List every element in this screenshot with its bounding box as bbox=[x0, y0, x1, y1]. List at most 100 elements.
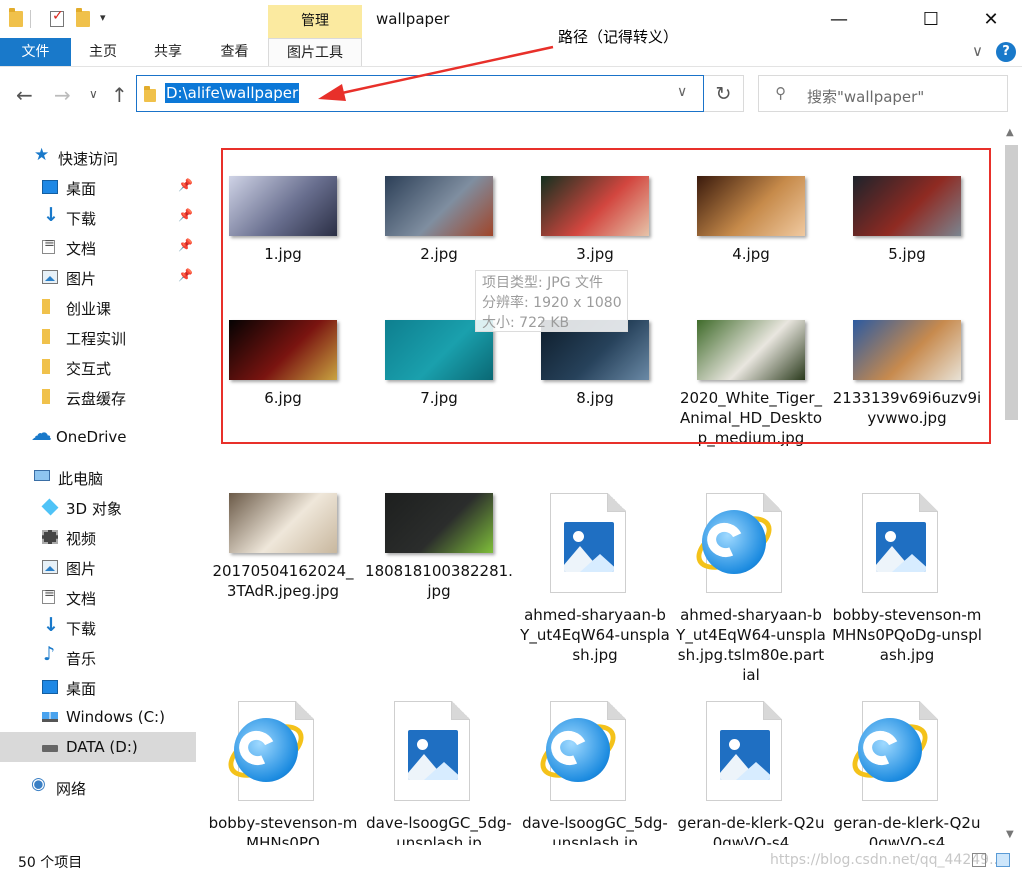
address-bar[interactable]: D:\alife\wallpaper ∨ bbox=[136, 75, 704, 112]
sidebar-item-label: 视频 bbox=[66, 530, 97, 548]
ie-file-icon bbox=[219, 701, 314, 801]
scroll-up-icon[interactable]: ▲ bbox=[1006, 127, 1014, 138]
sidebar-item[interactable]: DATA (D:) bbox=[0, 732, 196, 762]
sidebar-item[interactable]: 文档 📌 bbox=[0, 232, 196, 262]
file-name: geran-de-klerk-Q2u0qwVQ-s4 bbox=[833, 814, 981, 845]
sidebar-item-label: 音乐 bbox=[66, 650, 97, 668]
tab-view[interactable]: 查看 bbox=[201, 38, 268, 66]
sidebar-item[interactable]: 快速访问 bbox=[0, 142, 196, 172]
search-input[interactable]: ⚲ 搜索"wallpaper" bbox=[758, 75, 1008, 112]
maximize-button[interactable]: ☐ bbox=[908, 0, 954, 38]
sidebar-item[interactable]: 视频 bbox=[0, 522, 196, 552]
internet-explorer-icon bbox=[531, 713, 625, 798]
mountain-shape bbox=[424, 762, 458, 780]
scrollbar-thumb[interactable] bbox=[1005, 145, 1018, 420]
large-icons-view-icon[interactable] bbox=[996, 853, 1010, 867]
sidebar-item[interactable]: 此电脑 bbox=[0, 462, 196, 492]
picture-icon bbox=[720, 730, 770, 780]
tab-home[interactable]: 主页 bbox=[71, 38, 135, 66]
sidebar-item-label: 工程实训 bbox=[66, 330, 127, 348]
sidebar-item[interactable]: 桌面 bbox=[0, 672, 196, 702]
sidebar-item-label: 文档 bbox=[66, 590, 97, 608]
tooltip-type: 项目类型: JPG 文件 bbox=[482, 275, 604, 291]
sidebar-item-label: 3D 对象 bbox=[66, 500, 122, 518]
up-button[interactable]: ↑ bbox=[111, 83, 128, 107]
image-thumbnail bbox=[229, 493, 337, 553]
sidebar-item[interactable]: 文档 bbox=[0, 582, 196, 612]
manage-label: 管理 bbox=[301, 13, 329, 29]
file-item[interactable]: bobby-stevenson-mMHNs0PQ bbox=[208, 701, 358, 845]
refresh-button[interactable]: ↻ bbox=[704, 75, 744, 112]
sidebar-item-label: 桌面 bbox=[66, 180, 97, 198]
picture-icon bbox=[876, 522, 926, 572]
scroll-down-icon[interactable]: ▼ bbox=[1006, 829, 1014, 840]
file-item[interactable]: ahmed-sharyaan-bY_ut4EqW64-unsplash.jpg bbox=[520, 493, 670, 664]
forward-button[interactable]: → bbox=[54, 83, 71, 107]
toolbar-separator bbox=[30, 10, 31, 28]
back-button[interactable]: ← bbox=[16, 83, 33, 107]
file-item[interactable]: geran-de-klerk-Q2u0qwVQ-s4 bbox=[676, 701, 826, 845]
new-folder-icon[interactable] bbox=[76, 8, 90, 27]
mountain-shape bbox=[580, 554, 614, 572]
sidebar-item[interactable]: 创业课 bbox=[0, 292, 196, 322]
sun-shape bbox=[885, 531, 896, 542]
file-item[interactable]: dave-lsoogGC_5dg-unsplash.jp bbox=[520, 701, 670, 845]
sidebar-item[interactable]: 下载 bbox=[0, 612, 196, 642]
tab-picture-tools[interactable]: 图片工具 bbox=[268, 38, 362, 66]
manage-tab[interactable]: 管理 bbox=[268, 5, 362, 38]
file-item[interactable]: 20170504162024_3TAdR.jpeg.jpg bbox=[208, 493, 358, 653]
file-item[interactable]: 180818100382281.jpg bbox=[364, 493, 514, 653]
sidebar-item[interactable]: 3D 对象 bbox=[0, 492, 196, 522]
file-item[interactable]: ahmed-sharyaan-bY_ut4EqW64-unsplash.jpg.… bbox=[676, 493, 826, 684]
sidebar-item[interactable]: 下载 📌 bbox=[0, 202, 196, 232]
sidebar-item[interactable]: 网络 bbox=[0, 772, 196, 802]
recent-locations-button[interactable]: ∨ bbox=[89, 87, 98, 101]
folder-icon bbox=[42, 359, 50, 374]
sidebar-item[interactable]: Windows (C:) bbox=[0, 702, 196, 732]
pin-icon[interactable]: 📌 bbox=[178, 268, 193, 282]
folder-icon bbox=[144, 86, 156, 102]
video-icon bbox=[42, 530, 58, 544]
close-button[interactable]: ✕ bbox=[968, 0, 1014, 38]
desktop-icon bbox=[42, 680, 58, 694]
address-path[interactable]: D:\alife\wallpaper bbox=[165, 83, 300, 103]
sidebar-item[interactable]: OneDrive bbox=[0, 421, 196, 452]
annotation-text: 路径（记得转义） bbox=[558, 28, 679, 46]
help-icon[interactable]: ? bbox=[996, 42, 1016, 62]
sidebar-item-label: 创业课 bbox=[66, 300, 112, 318]
expand-ribbon-icon[interactable]: ∨ bbox=[972, 42, 983, 60]
sidebar-item[interactable]: 云盘缓存 bbox=[0, 382, 196, 412]
minimize-button[interactable]: — bbox=[816, 0, 862, 38]
file-item[interactable]: dave-lsoogGC_5dg-unsplash.jp bbox=[364, 701, 514, 845]
pin-icon[interactable]: 📌 bbox=[178, 238, 193, 252]
pin-icon[interactable]: 📌 bbox=[178, 178, 193, 192]
details-view-icon[interactable] bbox=[972, 853, 986, 867]
quick-access-dropdown-icon[interactable]: ▾ bbox=[100, 11, 106, 24]
sidebar-item[interactable]: 桌面 📌 bbox=[0, 172, 196, 202]
properties-icon[interactable] bbox=[50, 8, 64, 27]
pin-icon[interactable]: 📌 bbox=[178, 208, 193, 222]
folder-icon bbox=[42, 329, 50, 344]
sidebar-item[interactable]: 图片 📌 bbox=[0, 262, 196, 292]
image-file-icon bbox=[550, 493, 626, 593]
internet-explorer-icon bbox=[687, 505, 781, 590]
file-item[interactable]: geran-de-klerk-Q2u0qwVQ-s4 bbox=[832, 701, 982, 845]
file-item[interactable]: bobby-stevenson-mMHNs0PQoDg-unsplash.jpg bbox=[832, 493, 982, 664]
file-name: bobby-stevenson-mMHNs0PQ bbox=[208, 814, 358, 845]
file-name: dave-lsoogGC_5dg-unsplash.jp bbox=[522, 814, 668, 845]
picture-icon bbox=[42, 270, 58, 284]
tab-share[interactable]: 共享 bbox=[135, 38, 201, 66]
vertical-scrollbar[interactable]: ▲ ▼ bbox=[1001, 123, 1022, 845]
file-name: 20170504162024_3TAdR.jpeg.jpg bbox=[212, 562, 354, 600]
sidebar-item[interactable]: 图片 bbox=[0, 552, 196, 582]
address-dropdown-icon[interactable]: ∨ bbox=[677, 84, 687, 100]
sidebar-item[interactable]: 交互式 bbox=[0, 352, 196, 382]
tooltip-size: 大小: 722 KB bbox=[482, 315, 570, 331]
sidebar-item[interactable]: 音乐 bbox=[0, 642, 196, 672]
sidebar-item[interactable]: 工程实训 bbox=[0, 322, 196, 352]
tab-file[interactable]: 文件 bbox=[0, 38, 71, 66]
star-icon bbox=[34, 145, 50, 165]
download-icon bbox=[42, 614, 59, 636]
sidebar-item-label: Windows (C:) bbox=[66, 708, 165, 726]
sun-shape bbox=[417, 739, 428, 750]
